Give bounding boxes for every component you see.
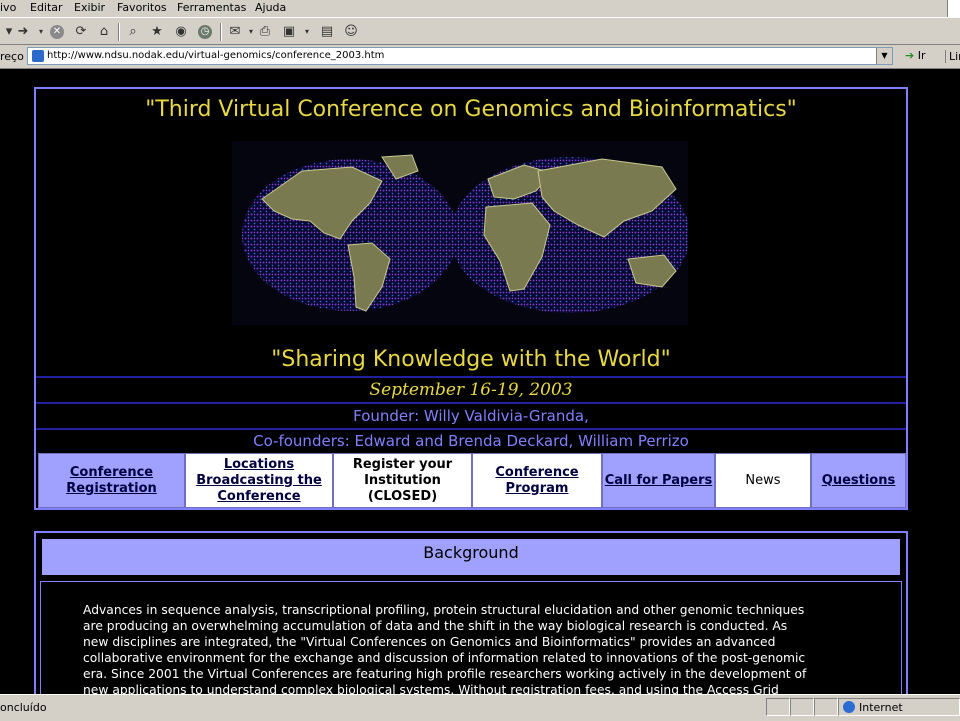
edit-dropdown-icon[interactable]: ▾ <box>298 23 316 41</box>
nav-register-institution: Register your Institution (CLOSED) <box>333 453 472 508</box>
background-paragraph: Advances in sequence analysis, transcrip… <box>83 602 873 694</box>
address-label: reço <box>0 50 24 63</box>
nav-link-registration[interactable]: Conference Registration <box>66 465 157 497</box>
founder-text: Founder: Willy Valdivia-Granda, <box>353 407 589 425</box>
nav-call-for-papers[interactable]: Call for Papers <box>602 453 715 508</box>
nav-conference-registration[interactable]: Conference Registration <box>38 453 185 508</box>
background-line: are producing an overwhelming accumulati… <box>83 619 788 633</box>
address-input[interactable]: http://www.ndsu.nodak.edu/virtual-genomi… <box>27 47 893 65</box>
nav-text-register-institution: Register your Institution (CLOSED) <box>352 456 453 504</box>
menu-bar-throbber <box>947 0 960 17</box>
print-icon[interactable]: ⎙ <box>256 23 274 41</box>
go-arrow-icon: ➔ <box>905 49 915 62</box>
divider <box>36 376 906 378</box>
conference-nav: Conference Registration Locations Broadcas… <box>38 453 906 508</box>
conference-title: "Third Virtual Conference on Genomics an… <box>145 97 797 122</box>
address-url[interactable]: http://www.ndsu.nodak.edu/virtual-genomi… <box>47 50 384 61</box>
standard-toolbar: ▾ ➜ ▾ ✕ ⟳ ⌂ ⌕ ★ ◉ ◷ ✉ ▾ ⎙ ▣ ▾ ▤ ☺ <box>0 17 960 45</box>
background-line: collaborative environment for the exchan… <box>83 651 806 665</box>
nav-link-call-for-papers[interactable]: Call for Papers <box>605 473 713 489</box>
divider <box>36 402 906 404</box>
history-icon[interactable]: ◷ <box>198 25 212 39</box>
background-line: new disciplines are integrated, the "Vir… <box>83 635 776 649</box>
menu-favoritos[interactable]: Favoritos <box>117 1 167 14</box>
page-icon <box>32 50 44 62</box>
world-map-image <box>232 141 690 325</box>
edit-icon[interactable]: ▣ <box>280 23 298 41</box>
status-cell <box>790 698 814 716</box>
globe-icon <box>843 701 855 713</box>
world-map-graphic <box>242 154 690 313</box>
nav-news[interactable]: News <box>715 453 811 508</box>
status-text: oncluído <box>0 701 47 714</box>
forward-icon[interactable]: ➜ <box>14 23 32 41</box>
security-zone: Internet <box>838 698 960 716</box>
status-cell <box>814 698 838 716</box>
divider <box>36 428 906 430</box>
discuss-icon[interactable]: ▤ <box>318 23 336 41</box>
links-button[interactable]: Lin <box>945 50 960 63</box>
background-heading: Background <box>40 537 902 577</box>
toolbar-separator <box>118 23 120 41</box>
stop-icon[interactable]: ✕ <box>50 25 64 39</box>
forward-dropdown-icon[interactable]: ▾ <box>32 23 50 41</box>
nav-link-locations[interactable]: Locations Broadcasting the Conference <box>196 457 322 505</box>
home-icon[interactable]: ⌂ <box>95 23 113 41</box>
nav-link-news[interactable]: News <box>745 473 780 489</box>
search-icon[interactable]: ⌕ <box>124 23 142 41</box>
zone-label: Internet <box>859 701 903 714</box>
menu-ferramentas[interactable]: Ferramentas <box>177 1 246 14</box>
conference-slogan: "Sharing Knowledge with the World" <box>271 347 671 372</box>
nav-link-program[interactable]: Conference Program <box>495 465 578 497</box>
go-button[interactable]: ➔ Ir <box>905 49 926 62</box>
menu-arquivo[interactable]: ivo <box>0 1 16 14</box>
menu-editar[interactable]: Editar <box>30 1 63 14</box>
menu-bar: ivo Editar Exibir Favoritos Ferramentas … <box>0 0 960 17</box>
refresh-icon[interactable]: ⟳ <box>72 23 90 41</box>
conference-header: "Third Virtual Conference on Genomics an… <box>34 87 908 510</box>
status-cell <box>766 698 790 716</box>
menu-exibir[interactable]: Exibir <box>74 1 105 14</box>
nav-questions[interactable]: Questions <box>811 453 906 508</box>
nav-conference-program[interactable]: Conference Program <box>472 453 602 508</box>
cofounders-text: Co-founders: Edward and Brenda Deckard, … <box>253 432 689 450</box>
background-line: new applications to understand complex b… <box>83 683 779 694</box>
menu-ajuda[interactable]: Ajuda <box>255 1 286 14</box>
background-section: Background Advances in sequence analysis… <box>34 531 908 694</box>
favorites-icon[interactable]: ★ <box>148 23 166 41</box>
nav-link-questions[interactable]: Questions <box>822 473 895 489</box>
go-label: Ir <box>917 49 926 62</box>
background-line: Advances in sequence analysis, transcrip… <box>83 603 805 617</box>
address-dropdown-icon[interactable]: ▼ <box>876 48 892 64</box>
conference-dates: September 16-19, 2003 <box>369 380 573 400</box>
media-icon[interactable]: ◉ <box>172 23 190 41</box>
background-body: Advances in sequence analysis, transcrip… <box>40 581 902 694</box>
toolbar-separator <box>220 23 222 41</box>
messenger-icon[interactable]: ☺ <box>342 23 360 41</box>
nav-locations-broadcasting[interactable]: Locations Broadcasting the Conference <box>185 453 333 508</box>
web-page: "Third Virtual Conference on Genomics an… <box>0 69 960 694</box>
address-bar: reço http://www.ndsu.nodak.edu/virtual-g… <box>0 45 960 69</box>
background-line: era. Since 2001 the Virtual Conferences … <box>83 667 807 681</box>
status-bar: oncluído Internet <box>0 694 960 721</box>
